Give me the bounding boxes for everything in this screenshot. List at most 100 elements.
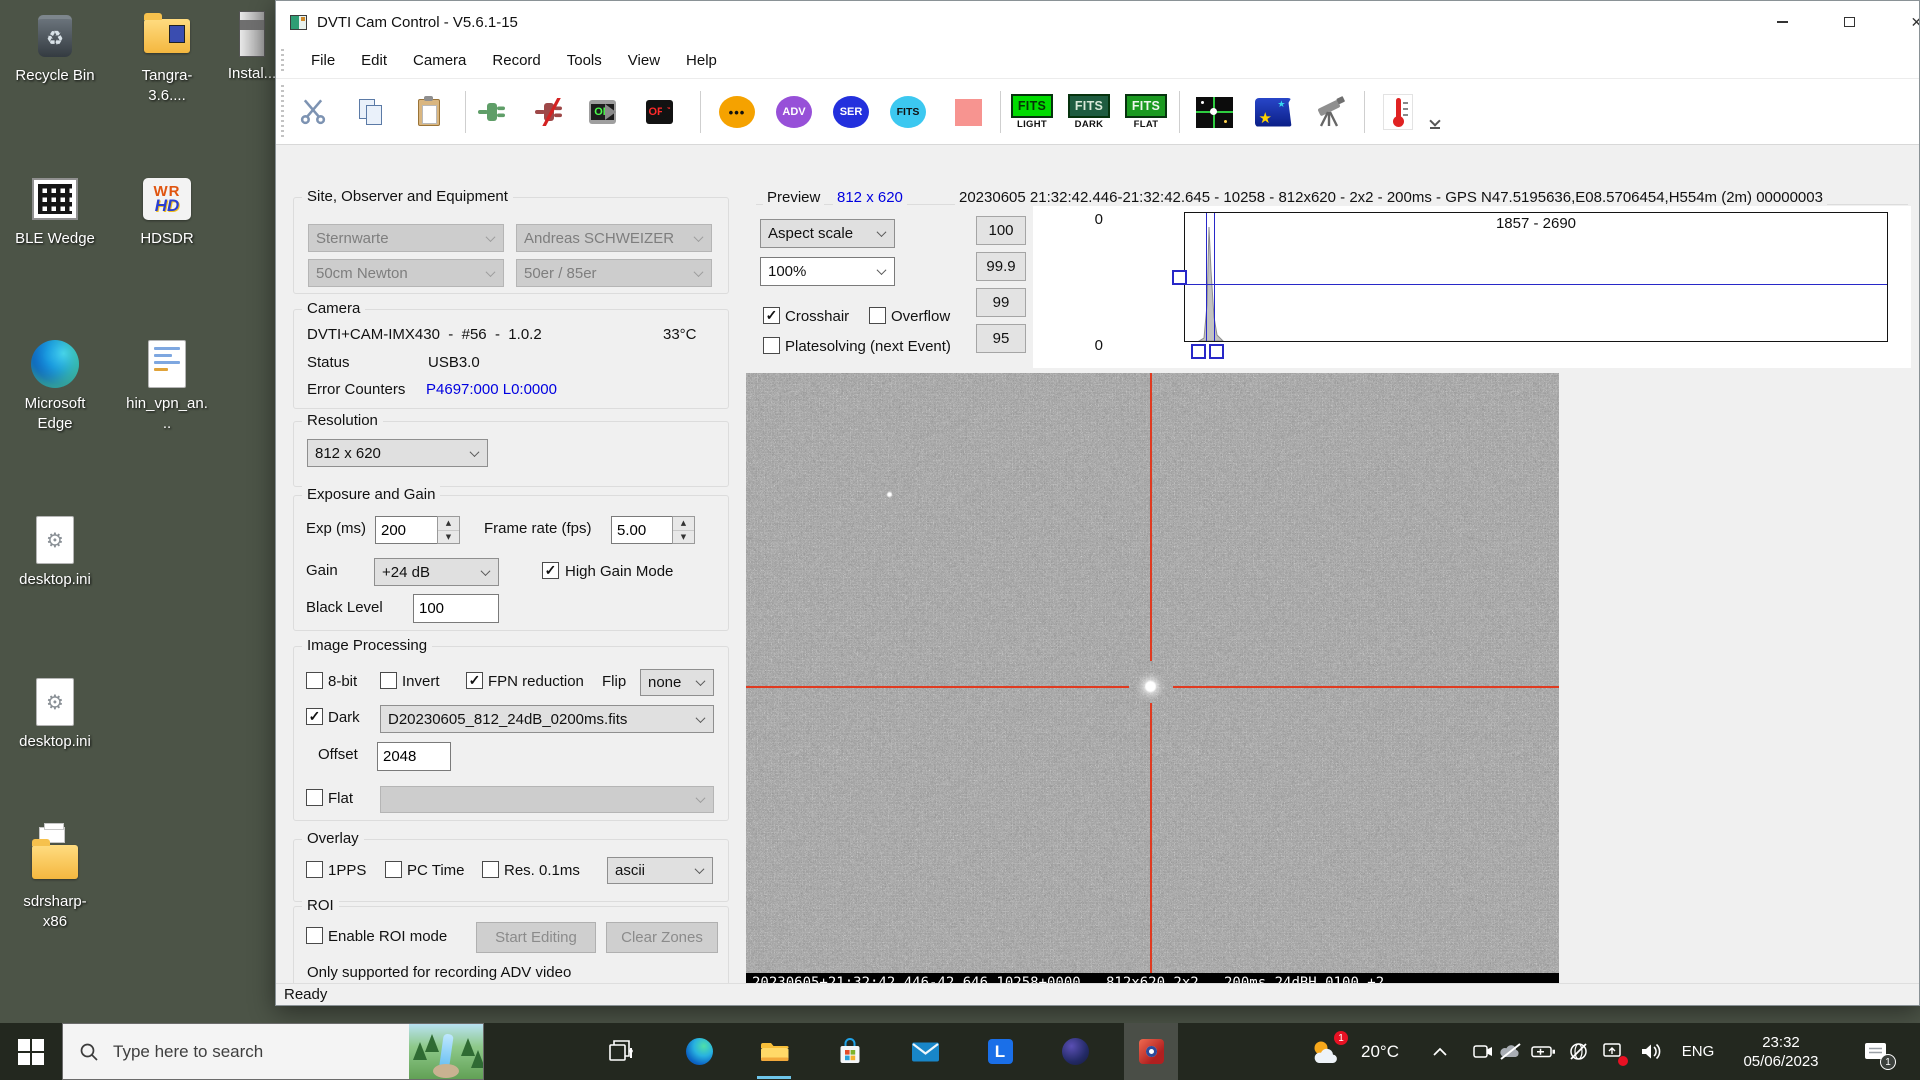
flat-checkbox[interactable] — [306, 789, 323, 806]
camera-off-button[interactable]: OFF — [643, 87, 687, 137]
close-button[interactable]: ✕ — [1889, 1, 1920, 43]
tray-onedrive[interactable] — [1496, 1023, 1524, 1080]
high-handle[interactable] — [1209, 344, 1224, 359]
maximize-button[interactable] — [1822, 1, 1877, 43]
tray-battery[interactable] — [1528, 1023, 1558, 1080]
desktop-icon-tangra[interactable]: Tangra-3.6.... — [125, 10, 209, 105]
invert-checkbox[interactable] — [380, 672, 397, 689]
telescope-select[interactable]: 50cm Newton — [308, 259, 504, 287]
desktop-icon-ble-wedge[interactable]: BLE Wedge — [13, 173, 97, 249]
desktop-icon-desktop-ini-2[interactable]: ⚙ desktop.ini — [13, 676, 97, 752]
observer-select[interactable]: Andreas SCHWEIZER — [516, 224, 712, 252]
1pps-checkbox[interactable] — [306, 861, 323, 878]
search-box[interactable]: Type here to search — [62, 1023, 484, 1080]
paste-button[interactable] — [407, 87, 451, 137]
clear-zones-button[interactable]: Clear Zones — [606, 922, 718, 953]
dark-checkbox[interactable] — [306, 708, 323, 725]
dark-file-select[interactable]: D20230605_812_24dB_0200ms.fits — [380, 705, 714, 733]
framerate-input[interactable] — [611, 516, 673, 544]
stretch-100-button[interactable]: 100 — [976, 216, 1026, 245]
taskbar-mail-button[interactable] — [901, 1023, 949, 1080]
menu-view[interactable]: View — [615, 46, 673, 75]
spin-down-icon[interactable] — [673, 531, 694, 544]
taskbar-browser-button[interactable] — [1051, 1023, 1099, 1080]
desktop-icon-recycle-bin[interactable]: ♻ Recycle Bin — [13, 10, 97, 86]
gamma-handle[interactable] — [1172, 270, 1187, 285]
taskbar-l-app-button[interactable]: L — [976, 1023, 1024, 1080]
exp-input[interactable] — [375, 516, 438, 544]
pctime-checkbox[interactable] — [385, 861, 402, 878]
fpn-checkbox[interactable] — [466, 672, 483, 689]
gain-select[interactable]: +24 dB — [374, 558, 499, 586]
star-centering-button[interactable] — [1192, 87, 1236, 137]
tray-device-cam[interactable] — [1468, 1023, 1496, 1080]
histogram-high-marker[interactable] — [1214, 213, 1215, 341]
toolbar-overflow-button[interactable] — [1424, 87, 1446, 137]
menu-tools[interactable]: Tools — [554, 46, 615, 75]
histogram-gamma-line[interactable] — [1185, 284, 1887, 285]
record-raw-button[interactable]: ••• — [715, 87, 759, 137]
offset-input[interactable] — [377, 742, 451, 771]
disconnect-camera-button[interactable] — [530, 87, 574, 137]
histogram-plot[interactable]: 1857 - 2690 — [1184, 212, 1888, 342]
record-ser-button[interactable]: SER — [829, 87, 873, 137]
connect-camera-button[interactable] — [473, 87, 517, 137]
fits-light-button[interactable]: FITS LIGHT — [1010, 87, 1054, 137]
black-level-input[interactable] — [413, 594, 499, 623]
resolution-select[interactable]: 812 x 620 — [307, 439, 488, 467]
stop-record-button[interactable] — [946, 87, 990, 137]
record-adv-button[interactable]: ADV — [772, 87, 816, 137]
taskbar-cam-control-button[interactable] — [1127, 1023, 1175, 1080]
platesolving-checkbox[interactable] — [763, 337, 780, 354]
tray-screen-share[interactable] — [1598, 1023, 1628, 1080]
minimize-button[interactable] — [1755, 1, 1810, 43]
menu-help[interactable]: Help — [673, 46, 730, 75]
fits-dark-button[interactable]: FITS DARK — [1067, 87, 1111, 137]
task-view-button[interactable] — [598, 1023, 646, 1080]
desktop-icon-sdrsharp[interactable]: sdrsharp-x86 — [13, 836, 97, 931]
zoom-select[interactable]: 100% — [760, 257, 895, 286]
stretch-999-button[interactable]: 99.9 — [976, 252, 1026, 281]
site-select[interactable]: Sternwarte — [308, 224, 504, 252]
taskbar-edge-button[interactable] — [675, 1023, 723, 1080]
record-fits-button[interactable]: FITS — [886, 87, 930, 137]
desktop-icon-edge[interactable]: Microsoft Edge — [13, 338, 97, 433]
spin-up-icon[interactable] — [673, 517, 694, 531]
tray-clock[interactable]: 23:32 05/06/2023 — [1726, 1023, 1836, 1080]
framerate-spinner[interactable] — [672, 516, 695, 544]
res01ms-checkbox[interactable] — [482, 861, 499, 878]
start-button[interactable] — [0, 1023, 62, 1080]
crosshair-checkbox[interactable] — [763, 307, 780, 324]
start-editing-button[interactable]: Start Editing — [476, 922, 596, 953]
hidden-icons-button[interactable] — [1426, 1023, 1454, 1080]
flip-select[interactable]: none — [640, 669, 714, 696]
menu-camera[interactable]: Camera — [400, 46, 479, 75]
tray-volume[interactable] — [1636, 1023, 1668, 1080]
taskbar-explorer-button[interactable] — [750, 1023, 798, 1080]
8bit-checkbox[interactable] — [306, 672, 323, 689]
platesolve-button[interactable]: ★★ — [1251, 87, 1295, 137]
menu-edit[interactable]: Edit — [348, 46, 400, 75]
aspect-scale-select[interactable]: Aspect scale — [760, 219, 895, 248]
tray-temperature[interactable]: 20°C — [1352, 1023, 1408, 1080]
high-gain-checkbox[interactable] — [542, 562, 559, 579]
exp-spinner[interactable] — [437, 516, 460, 544]
overflow-checkbox[interactable] — [869, 307, 886, 324]
spin-down-icon[interactable] — [438, 531, 459, 544]
camera-on-button[interactable]: ON — [586, 87, 630, 137]
roi-enable-checkbox[interactable] — [306, 927, 323, 944]
optics-select[interactable]: 50er / 85er — [516, 259, 712, 287]
desktop-icon-hdsdr[interactable]: WRHD HDSDR — [125, 173, 209, 249]
telescope-button[interactable] — [1309, 87, 1353, 137]
desktop-icon-vpn-file[interactable]: hin_vpn_an... — [125, 338, 209, 433]
stretch-99-button[interactable]: 99 — [976, 288, 1026, 317]
flat-file-select[interactable] — [380, 786, 714, 813]
desktop-icon-desktop-ini-1[interactable]: ⚙ desktop.ini — [13, 514, 97, 590]
stretch-95-button[interactable]: 95 — [976, 324, 1026, 353]
spin-up-icon[interactable] — [438, 517, 459, 531]
histogram-low-marker[interactable] — [1206, 213, 1207, 341]
copy-button[interactable] — [349, 87, 393, 137]
menu-file[interactable]: File — [298, 46, 348, 75]
temperature-button[interactable] — [1376, 87, 1420, 137]
overlay-format-select[interactable]: ascii — [607, 857, 713, 884]
